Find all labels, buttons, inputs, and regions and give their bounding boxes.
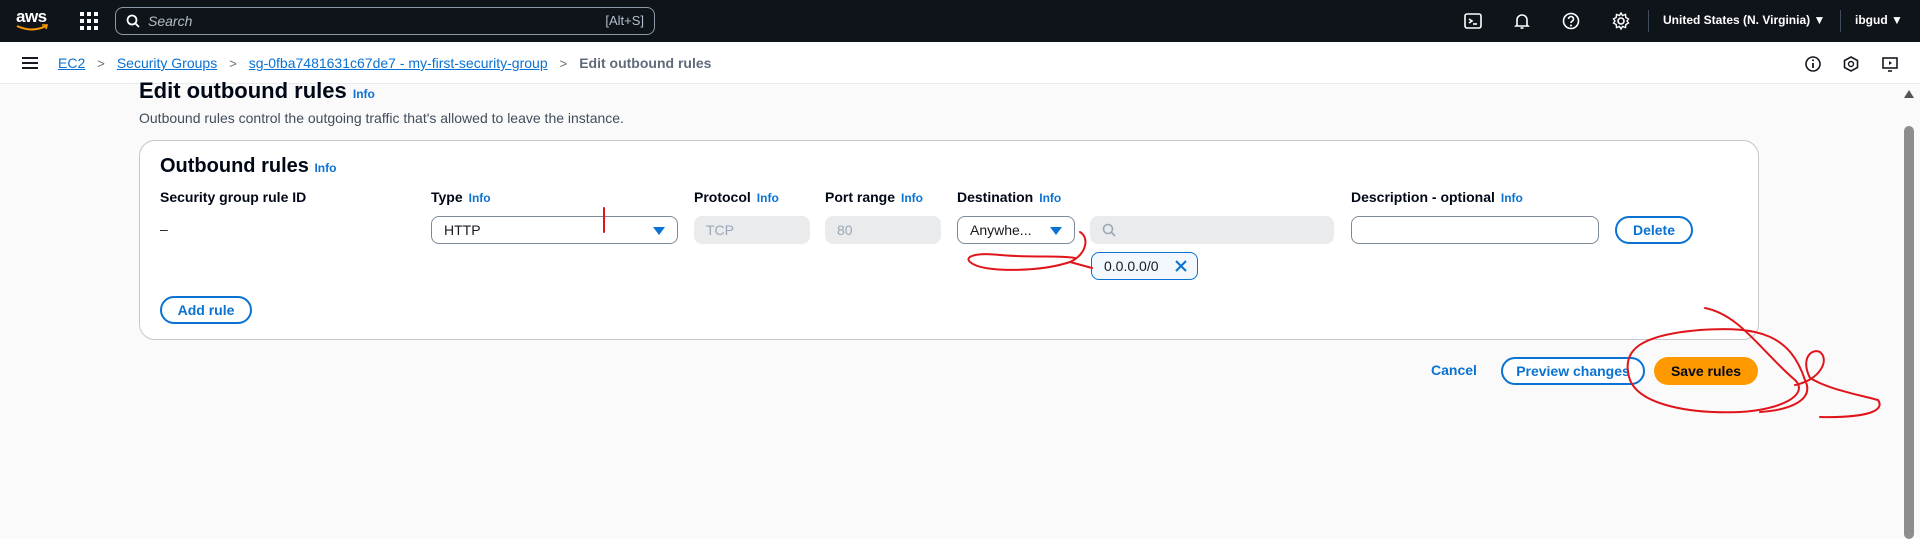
chevron-right-icon: > [97,55,105,71]
search-shortcut: [Alt+S] [605,13,644,28]
rule-id-header-label: Security group rule ID [160,189,307,205]
type-header-label: Type [431,189,463,205]
description-input[interactable] [1351,216,1599,244]
column-header-type: Type Info [431,189,491,205]
top-navigation: aws [Alt+S] United States (N. Virginia) … [0,0,1920,42]
help-icon[interactable] [1561,11,1581,31]
menu-hamburger-icon[interactable] [22,57,38,69]
info-panel-icon[interactable] [1804,55,1822,73]
page-title-info-link[interactable]: Info [353,87,375,101]
page-title-text: Edit outbound rules [139,78,347,103]
region-selector[interactable]: United States (N. Virginia) ▼ [1663,13,1825,27]
type-info-link[interactable]: Info [469,191,491,205]
aws-logo[interactable]: aws [16,8,50,34]
cidr-token-label: 0.0.0.0/0 [1104,258,1159,274]
user-menu[interactable]: ibgud ▼ [1855,13,1903,27]
breadcrumb-current: Edit outbound rules [579,55,712,71]
breadcrumb: EC2 > Security Groups > sg-0fba7481631c6… [58,55,711,71]
settings-gear-icon[interactable] [1611,11,1631,31]
panel-title-text: Outbound rules [160,155,309,177]
cloudshell-icon[interactable] [1463,11,1483,31]
type-select-value: HTTP [444,222,481,238]
protocol-header-label: Protocol [694,189,751,205]
port-range-value: 80 [837,222,853,238]
description-info-link[interactable]: Info [1501,191,1523,205]
delete-rule-button[interactable]: Delete [1615,216,1693,244]
services-grid-icon[interactable] [80,12,98,30]
port-range-info-link[interactable]: Info [901,191,923,205]
caret-down-icon [653,227,665,235]
tutorial-panel-icon[interactable] [1881,55,1899,73]
protocol-field: TCP [694,216,810,244]
page-description: Outbound rules control the outgoing traf… [139,110,624,126]
scroll-up-arrow-icon[interactable] [1904,90,1914,98]
cidr-token: 0.0.0.0/0 [1091,252,1198,280]
column-header-destination: Destination Info [957,189,1061,205]
page-title: Edit outbound rules Info [139,78,375,104]
destination-select-value: Anywhe... [970,222,1032,238]
region-label: United States (N. Virginia) [1663,13,1811,27]
breadcrumb-security-groups[interactable]: Security Groups [117,55,217,71]
protocol-value: TCP [706,222,734,238]
column-header-port-range: Port range Info [825,189,923,205]
rule-id-value: – [160,221,168,237]
caret-down-icon [1050,227,1062,235]
user-label: ibgud [1855,13,1888,27]
add-rule-button[interactable]: Add rule [160,296,252,324]
type-select[interactable]: HTTP [431,216,678,244]
search-input[interactable] [148,13,588,29]
preview-changes-button[interactable]: Preview changes [1501,357,1645,385]
save-rules-button[interactable]: Save rules [1654,357,1758,385]
search-bar[interactable]: [Alt+S] [115,7,655,35]
breadcrumb-ec2[interactable]: EC2 [58,55,85,71]
destination-info-link[interactable]: Info [1039,191,1061,205]
scroll-thumb[interactable] [1904,126,1914,539]
port-range-header-label: Port range [825,189,896,205]
notifications-bell-icon[interactable] [1512,11,1532,31]
search-icon [126,14,140,28]
column-header-rule-id: Security group rule ID [160,189,306,205]
feedback-icon[interactable] [1842,55,1860,73]
cidr-search-input [1090,216,1334,244]
column-header-description: Description - optional Info [1351,189,1523,205]
panel-title-info-link[interactable]: Info [314,161,336,175]
breadcrumb-security-group-id[interactable]: sg-0fba7481631c67de7 - my-first-security… [249,55,548,71]
chevron-right-icon: > [559,55,568,71]
cancel-button[interactable]: Cancel [1431,362,1477,378]
page-scrollbar[interactable] [1900,84,1920,539]
destination-header-label: Destination [957,189,1034,205]
protocol-info-link[interactable]: Info [757,191,779,205]
description-header-label: Description - optional [1351,189,1495,205]
search-icon [1102,223,1116,237]
destination-select[interactable]: Anywhe... [957,216,1075,244]
port-range-field: 80 [825,216,941,244]
chevron-right-icon: > [229,55,237,71]
outbound-rules-panel: Outbound rules Info Security group rule … [139,140,1759,340]
column-header-protocol: Protocol Info [694,189,779,205]
panel-title: Outbound rules Info [160,155,336,178]
remove-token-close-icon[interactable] [1173,258,1189,274]
